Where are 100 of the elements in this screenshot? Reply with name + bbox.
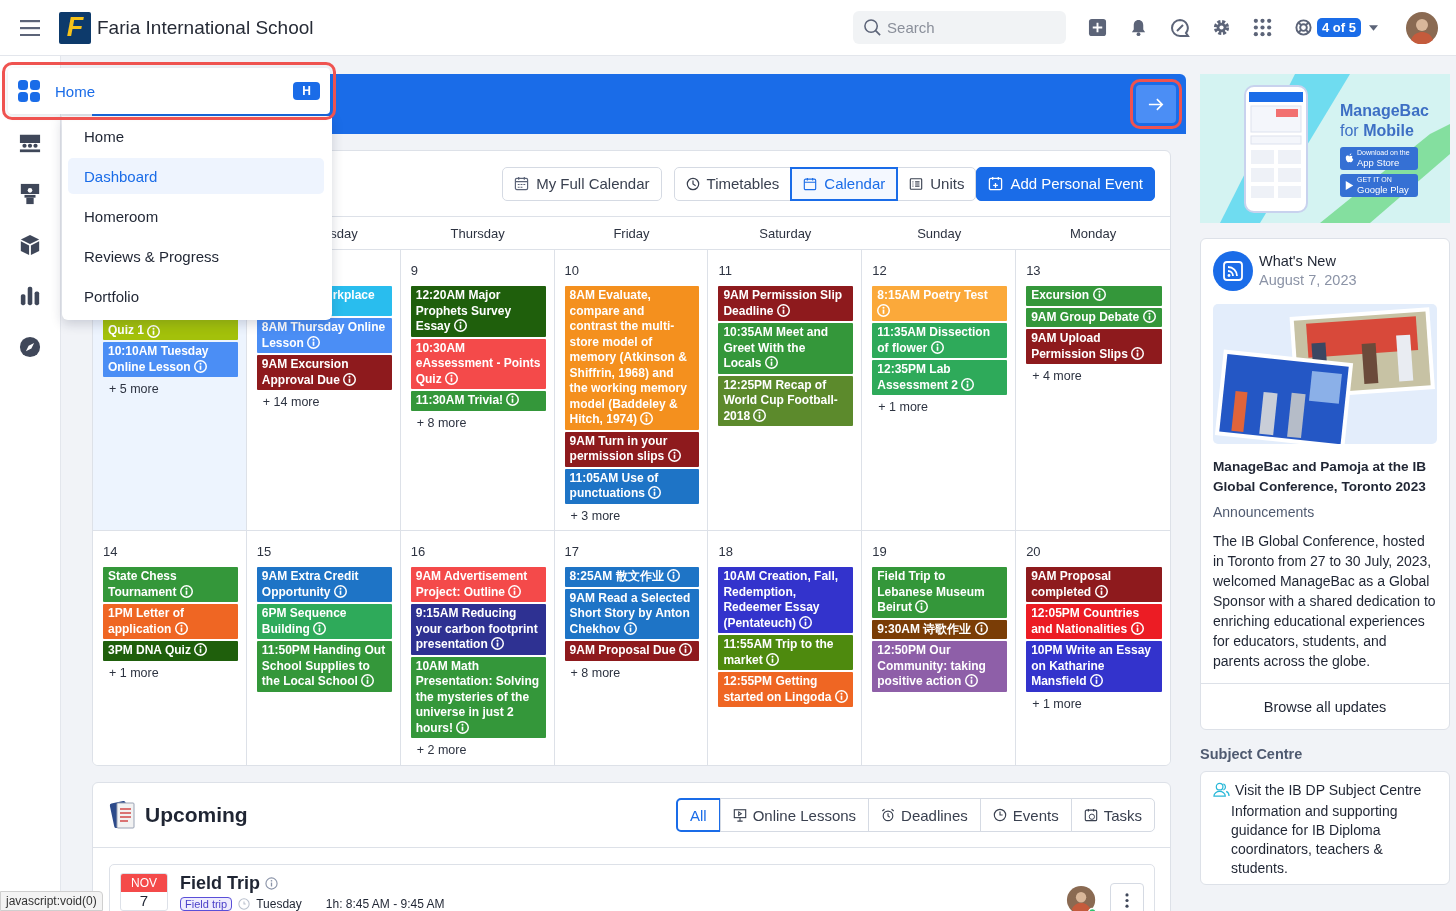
calendar-event[interactable]: 9:30AM 诗歌作业	[872, 619, 1008, 639]
event-time: 1h: 8:45 AM - 9:45 AM	[325, 897, 445, 911]
weekday-label: Thursday	[450, 225, 505, 241]
nav-menu-item[interactable]: Home	[68, 116, 324, 156]
day-number: 17	[564, 543, 581, 561]
more-options-button[interactable]	[1110, 883, 1144, 911]
more-link[interactable]: + 3 more	[564, 505, 700, 526]
calendar-icon	[803, 176, 818, 191]
view-tab[interactable]: Calendar	[790, 166, 899, 201]
calendar-event[interactable]: 9AM Proposal completed	[1026, 567, 1162, 602]
teacher-icon[interactable]	[19, 183, 41, 205]
calendar-event[interactable]: 9AM Excursion Approval Due	[256, 355, 392, 390]
calendar-event[interactable]: 12:20AM Major Prophets Survey Essay	[410, 286, 546, 337]
chat-icon[interactable]	[1170, 17, 1191, 38]
filter-tab[interactable]: Deadlines	[868, 798, 981, 832]
apps-icon[interactable]	[1253, 18, 1273, 37]
more-link[interactable]: + 1 more	[1026, 693, 1162, 714]
calendar-add-icon	[988, 176, 1004, 191]
school-name[interactable]: Faria International School	[97, 16, 314, 39]
calendar-event[interactable]: 9AM Read a Selected Short Story by Anton Chekhov	[564, 588, 700, 639]
clock-icon	[238, 898, 251, 910]
lifebuoy-icon[interactable]	[1294, 18, 1314, 37]
weekday-label: Monday	[1069, 225, 1117, 241]
more-link[interactable]: + 8 more	[564, 662, 700, 683]
progress-badge[interactable]: 4 of 5	[1317, 18, 1361, 37]
add-event-button[interactable]: Add Personal Event	[976, 166, 1155, 201]
calendar-event[interactable]: 10AM Math Presentation: Solving the mysteries of the universe in just 2 hours!	[410, 656, 546, 738]
more-link[interactable]: + 8 more	[410, 412, 546, 433]
notebook-icon	[109, 800, 137, 830]
calendar-event[interactable]: 10:35AM Meet and Greet With the Locals	[718, 323, 854, 374]
calendar-event[interactable]: 3PM DNA Quiz	[103, 641, 238, 661]
event-row[interactable]: NOV 7 Field Trip Field trip Tuesday 1h: 8:45 AM - 9:45 AM	[109, 864, 1155, 911]
day-number: 20	[1026, 543, 1042, 561]
presentation-icon	[732, 808, 747, 822]
add-icon[interactable]	[1088, 18, 1108, 37]
more-link[interactable]: + 14 more	[256, 392, 392, 412]
news-category: Announcements	[1213, 504, 1316, 520]
more-link[interactable]: + 5 more	[103, 379, 238, 399]
filter-tab[interactable]: Online Lessons	[719, 798, 870, 832]
event-weekday: Tuesday	[256, 897, 302, 911]
month-label: NOV	[121, 874, 167, 892]
caret-icon[interactable]	[1369, 24, 1378, 31]
calendar-event[interactable]: 8:25AM 散文作业	[564, 567, 700, 587]
calendar-event[interactable]: 9AM Extra Credit Opportunity	[256, 567, 392, 602]
view-tab[interactable]: Timetables	[673, 166, 792, 201]
avatar[interactable]	[1406, 11, 1438, 44]
calendar-event[interactable]: 10PM Write an Essay on Katharine Mansfield	[1026, 641, 1162, 692]
filter-tab[interactable]: Tasks	[1070, 798, 1155, 832]
calendar-event[interactable]: 9:15AM Reducing your carbon footprint presentation	[410, 604, 546, 655]
calendar-event[interactable]: 9AM Proposal Due	[564, 641, 700, 661]
calendar-event[interactable]: 11:50PM Handing Out School Supplies to the Local School	[256, 641, 392, 692]
more-link[interactable]: + 1 more	[872, 397, 1008, 417]
nav-menu-item[interactable]: Homeroom	[68, 196, 324, 236]
search-field[interactable]: Search	[853, 11, 1067, 44]
more-link[interactable]: + 2 more	[410, 740, 546, 760]
arrow-right-icon	[1148, 97, 1164, 111]
calendar-event[interactable]: 9AM Advertisement Project: Outline	[410, 567, 546, 602]
menu-icon[interactable]	[20, 19, 40, 36]
compass-icon[interactable]	[19, 336, 41, 358]
calendar-event[interactable]: 11:30AM Trivia!	[410, 391, 546, 411]
settings-icon[interactable]	[1212, 18, 1232, 37]
calendar-event[interactable]: Field Trip to Lebanese Museum Beirut	[872, 567, 1008, 618]
news-headline[interactable]: ManageBac and Pamoja at the IB Global Conference, Toronto 2023	[1213, 457, 1437, 497]
calendar-event[interactable]: 10:30AM eAssessment - Points Quiz	[410, 338, 546, 389]
day-number: 13	[1026, 262, 1042, 280]
calendar-event[interactable]: 9AM Upload Permission Slips	[1026, 329, 1162, 364]
event-title[interactable]: Field Trip	[180, 873, 260, 894]
calendar-event[interactable]: 9AM Permission Slip Deadline	[718, 286, 854, 321]
calendar-event[interactable]: 10AM Creation, Fall, Redemption, Redeemer Essay (Pentateuch)	[718, 567, 854, 633]
shortcut-badge: H	[293, 82, 320, 100]
calendar-event[interactable]: 12:50PM Our Community: taking positive action	[872, 641, 1008, 692]
calendar-event[interactable]: Excursion	[1026, 286, 1162, 306]
view-tab[interactable]: Units	[897, 166, 977, 201]
day-number: 11	[718, 262, 733, 280]
day-number: 10	[564, 262, 581, 280]
day-number: 9	[410, 262, 419, 280]
bar-chart-icon[interactable]	[19, 285, 41, 307]
browse-updates-button[interactable]: Browse all updates	[1201, 683, 1449, 729]
subject-centre-link[interactable]: Visit the IB DP Subject Centre	[1235, 781, 1422, 798]
calendar-event[interactable]: 11:05AM Use of punctuations	[564, 468, 700, 504]
nav-menu-item[interactable]: Dashboard	[68, 158, 324, 194]
nav-menu-item[interactable]: Reviews & Progress	[68, 236, 324, 276]
classroom-icon[interactable]	[19, 132, 41, 154]
filter-tab[interactable]: All	[676, 798, 721, 832]
calendar-event[interactable]: 12:05PM Countries and Nationalities	[1026, 604, 1162, 639]
calendar-event[interactable]: State Chess Tournament	[103, 567, 238, 602]
search-icon	[863, 18, 883, 37]
people-icon	[1213, 781, 1230, 798]
cube-icon[interactable]	[19, 234, 41, 256]
more-link[interactable]: + 1 more	[103, 662, 238, 683]
full-calendar-button[interactable]: My Full Calendar	[502, 166, 662, 201]
nav-menu-item[interactable]: Portfolio	[68, 276, 324, 316]
filter-tab[interactable]: Events	[979, 798, 1072, 832]
school-logo[interactable]: F	[59, 11, 91, 44]
calendar-event[interactable]: 9AM Group Debate	[1026, 307, 1162, 327]
more-link[interactable]: + 4 more	[1026, 366, 1162, 386]
calendar-event[interactable]: 11:55AM Trip to the market	[718, 635, 854, 670]
calendar-event[interactable]: 12:25PM Recap of World Cup Football-2018	[718, 375, 854, 426]
store-name: App Store	[1357, 157, 1401, 168]
calendar-event[interactable]: 9AM Turn in your permission slips	[564, 431, 700, 467]
